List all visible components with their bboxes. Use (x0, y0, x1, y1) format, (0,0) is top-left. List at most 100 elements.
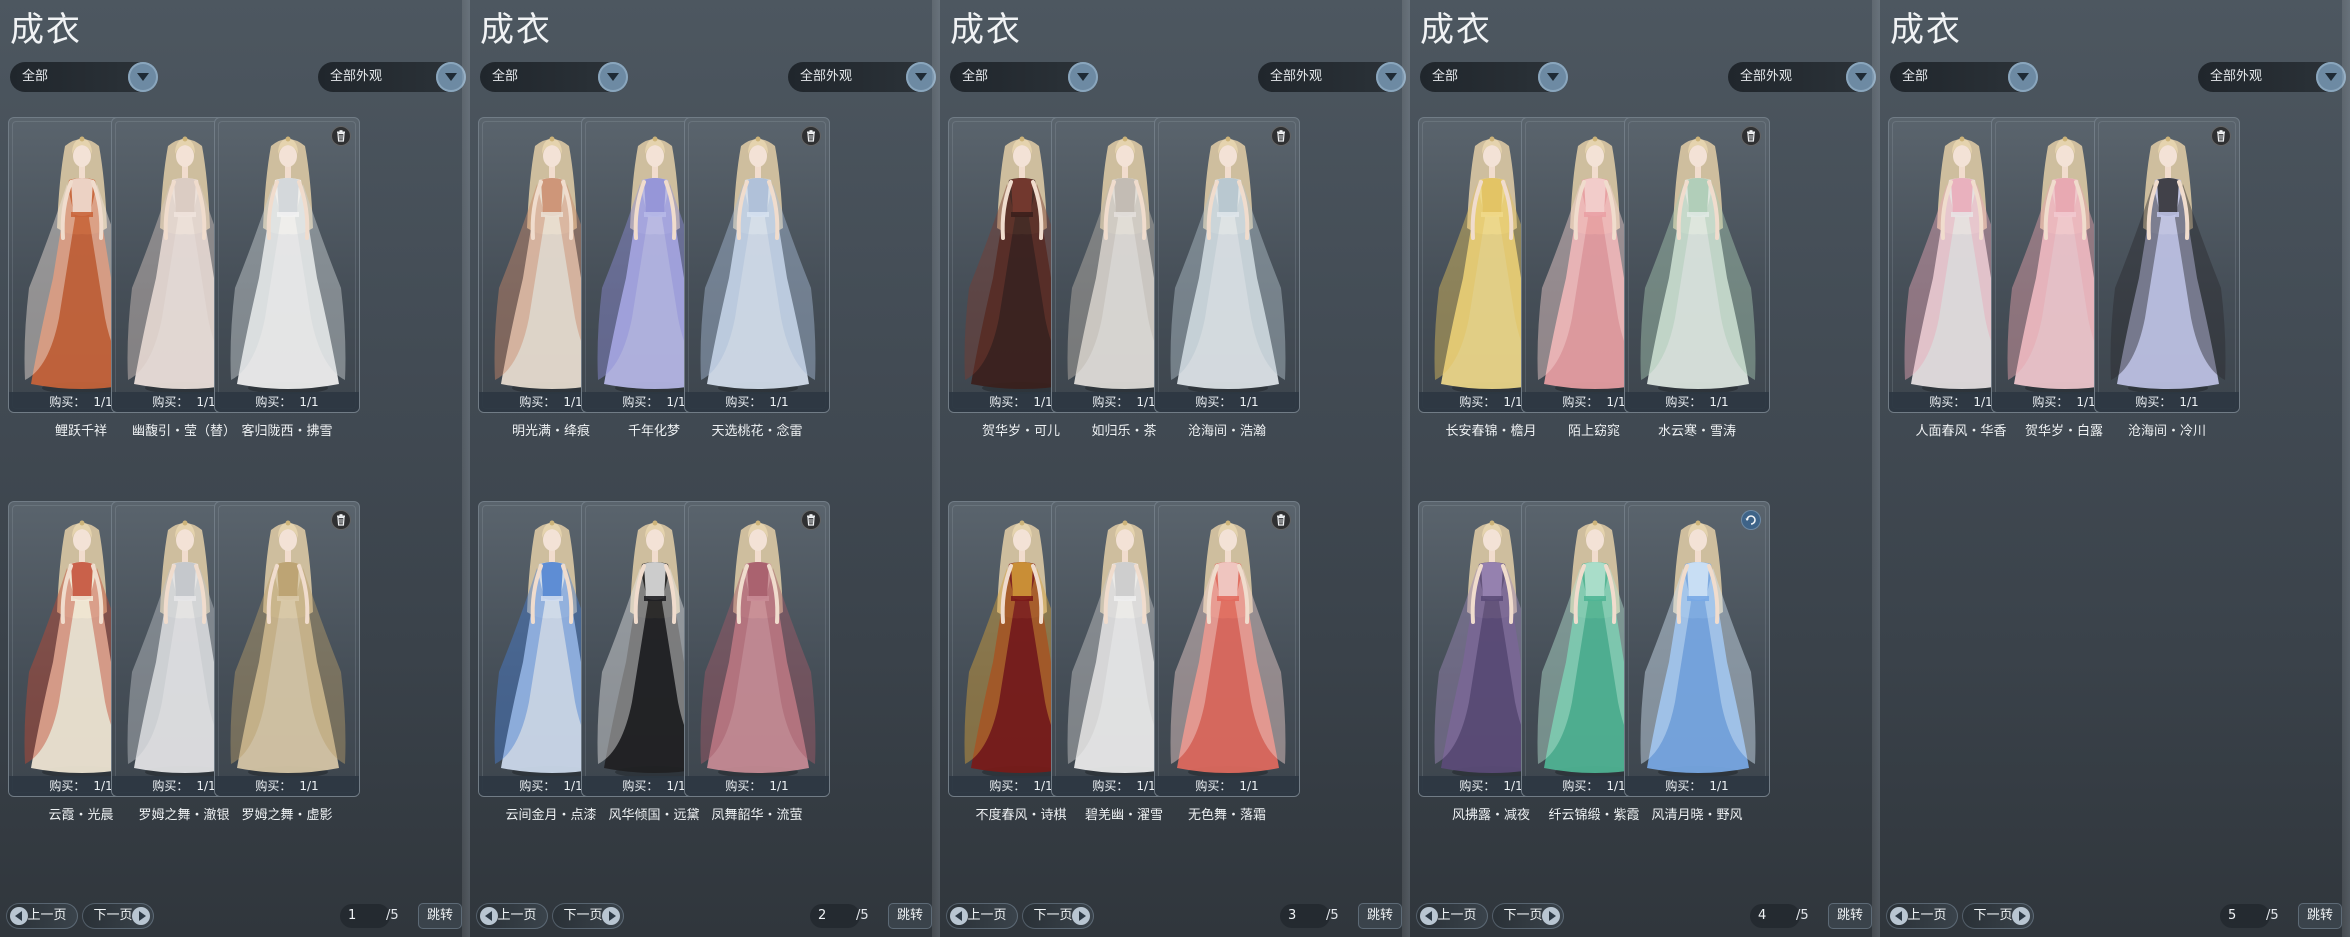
purchase-count: 1/1 (196, 779, 216, 793)
prev-page-button[interactable]: 上一页 (476, 903, 548, 929)
purchase-count: 1/1 (563, 395, 583, 409)
panel-title: 成衣 (10, 10, 82, 50)
outfit-name: 天选桃花・念雷 (711, 424, 803, 439)
prev-page-button[interactable]: 上一页 (1416, 903, 1488, 929)
outfit-name: 沧海间・冷川 (2127, 424, 2206, 439)
trash-icon[interactable] (331, 510, 351, 530)
category-dropdown[interactable]: 全部 (1890, 62, 2038, 92)
outfit-name: 无色舞・落霜 (1187, 808, 1266, 823)
chevron-down-icon[interactable] (598, 62, 628, 92)
appearance-dropdown-value: 全部外观 (1270, 69, 1323, 84)
outfit-preview-figure (1640, 136, 1756, 394)
chevron-left-icon (1420, 907, 1438, 925)
next-page-label: 下一页 (563, 908, 603, 923)
outfit-card[interactable]: 购买： 1/1 (214, 117, 360, 413)
outfit-card[interactable]: 购买： 1/1 (2094, 117, 2240, 413)
purchase-count: 1/1 (93, 395, 113, 409)
page-total: /5 (386, 908, 399, 923)
category-dropdown[interactable]: 全部 (1420, 62, 1568, 92)
outfit-preview-figure (1170, 136, 1286, 394)
appearance-dropdown-value: 全部外观 (1740, 69, 1793, 84)
trash-icon[interactable] (1271, 126, 1291, 146)
next-page-button[interactable]: 下一页 (552, 903, 624, 929)
jump-button[interactable]: 跳转 (418, 903, 462, 929)
jump-button[interactable]: 跳转 (2298, 903, 2342, 929)
trash-icon[interactable] (2211, 126, 2231, 146)
purchase-count: 1/1 (1709, 395, 1729, 409)
category-dropdown[interactable]: 全部 (950, 62, 1098, 92)
screenshot-root: 成衣 全部 全部外观 购买： 1/1 鲤跃千祥 购买： 1/1 幽馥引・莹（替） 购买： 1/1 客归… (0, 0, 2350, 937)
next-page-button[interactable]: 下一页 (1962, 903, 2034, 929)
next-page-label: 下一页 (1973, 908, 2013, 923)
page-number-input[interactable]: 4 (1750, 904, 1800, 928)
chevron-left-icon (480, 907, 498, 925)
prev-page-label: 上一页 (1437, 908, 1477, 923)
page-number-input[interactable]: 5 (2220, 904, 2270, 928)
page-number-input[interactable]: 2 (810, 904, 860, 928)
purchase-label: 购买： (622, 779, 659, 793)
purchase-count: 1/1 (1503, 779, 1523, 793)
outfit-card[interactable]: 购买： 1/1 (1154, 117, 1300, 413)
purchase-status: 购买： 1/1 (1625, 776, 1769, 796)
purchase-status: 购买： 1/1 (1155, 392, 1299, 412)
page-number-input[interactable]: 1 (340, 904, 390, 928)
jump-button[interactable]: 跳转 (1828, 903, 1872, 929)
chevron-down-icon[interactable] (1376, 62, 1406, 92)
appearance-dropdown[interactable]: 全部外观 (1728, 62, 1876, 92)
appearance-dropdown[interactable]: 全部外观 (2198, 62, 2346, 92)
prev-page-label: 上一页 (497, 908, 537, 923)
outfit-card[interactable]: 购买： 1/1 (1624, 117, 1770, 413)
purchase-label: 购买： (255, 779, 292, 793)
purchase-label: 购买： (152, 779, 189, 793)
appearance-dropdown[interactable]: 全部外观 (1258, 62, 1406, 92)
jump-button[interactable]: 跳转 (888, 903, 932, 929)
chevron-down-icon[interactable] (128, 62, 158, 92)
purchase-label: 购买： (1459, 779, 1496, 793)
outfit-card[interactable]: 购买： 1/1 (684, 117, 830, 413)
outfit-card[interactable]: 购买： 1/1 (684, 501, 830, 797)
purchase-label: 购买： (725, 395, 762, 409)
trash-icon[interactable] (331, 126, 351, 146)
page-number-input[interactable]: 3 (1280, 904, 1330, 928)
purchase-label: 购买： (1665, 395, 1702, 409)
page-total: /5 (1796, 908, 1809, 923)
purchase-status: 购买： 1/1 (685, 392, 829, 412)
chevron-down-icon[interactable] (1068, 62, 1098, 92)
chevron-down-icon[interactable] (436, 62, 466, 92)
outfit-card[interactable]: 购买： 1/1 (214, 501, 360, 797)
purchase-count: 1/1 (196, 395, 216, 409)
trash-icon[interactable] (1741, 126, 1761, 146)
purchase-label: 购买： (1195, 395, 1232, 409)
purchase-label: 购买： (622, 395, 659, 409)
outfit-card[interactable]: 购买： 1/1 (1154, 501, 1300, 797)
refresh-icon[interactable] (1741, 510, 1761, 530)
chevron-down-icon[interactable] (2008, 62, 2038, 92)
next-page-button[interactable]: 下一页 (1022, 903, 1094, 929)
category-dropdown-value: 全部 (22, 69, 49, 84)
next-page-button[interactable]: 下一页 (1492, 903, 1564, 929)
category-dropdown[interactable]: 全部 (10, 62, 158, 92)
purchase-count: 1/1 (769, 395, 789, 409)
purchase-count: 1/1 (2076, 395, 2096, 409)
chevron-down-icon[interactable] (2316, 62, 2346, 92)
prev-page-button[interactable]: 上一页 (946, 903, 1018, 929)
category-dropdown[interactable]: 全部 (480, 62, 628, 92)
appearance-dropdown[interactable]: 全部外观 (788, 62, 936, 92)
purchase-count: 1/1 (1136, 779, 1156, 793)
chevron-down-icon[interactable] (1846, 62, 1876, 92)
prev-page-button[interactable]: 上一页 (1886, 903, 1958, 929)
chevron-down-icon[interactable] (906, 62, 936, 92)
trash-icon[interactable] (801, 510, 821, 530)
prev-page-button[interactable]: 上一页 (6, 903, 78, 929)
jump-button[interactable]: 跳转 (1358, 903, 1402, 929)
trash-icon[interactable] (1271, 510, 1291, 530)
next-page-button[interactable]: 下一页 (82, 903, 154, 929)
trash-icon[interactable] (801, 126, 821, 146)
outfit-card[interactable]: 购买： 1/1 (1624, 501, 1770, 797)
outfit-name: 罗姆之舞・虚影 (241, 808, 333, 823)
purchase-label: 购买： (519, 779, 556, 793)
chevron-down-icon[interactable] (1538, 62, 1568, 92)
purchase-label: 购买： (1929, 395, 1966, 409)
purchase-count: 1/1 (1136, 395, 1156, 409)
appearance-dropdown[interactable]: 全部外观 (318, 62, 466, 92)
